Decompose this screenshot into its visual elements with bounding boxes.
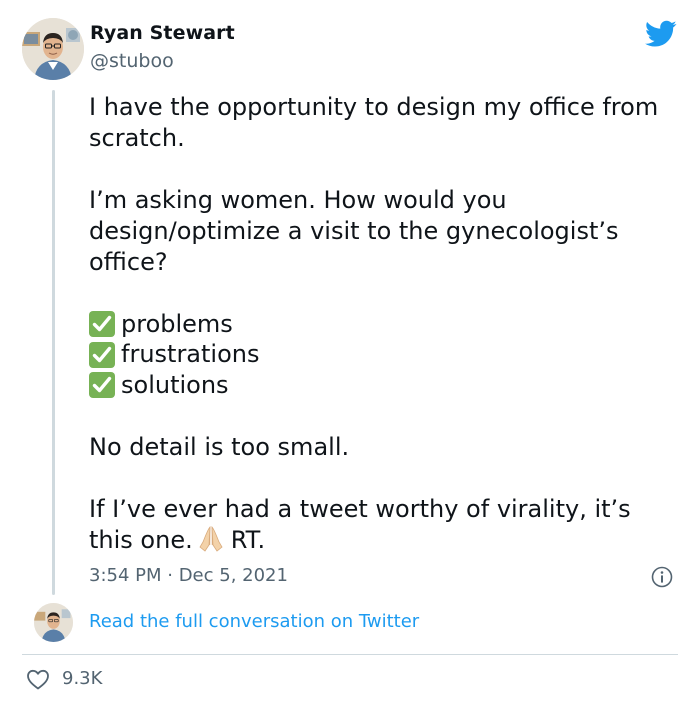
thread-line	[52, 90, 55, 595]
tweet-timestamp[interactable]: 3:54 PM · Dec 5, 2021	[89, 565, 288, 586]
tweet-text-segment: If I’ve ever had a tweet worthy of viral…	[89, 494, 631, 554]
avatar-image	[22, 18, 84, 80]
tweet-paragraph: If I’ve ever had a tweet worthy of viral…	[89, 494, 679, 556]
read-full-conversation-link[interactable]: Read the full conversation on Twitter	[89, 611, 419, 632]
checklist-item: problems	[89, 309, 679, 340]
tweet-paragraph: No detail is too small.	[89, 432, 350, 461]
reader-avatar[interactable]	[34, 603, 73, 642]
avatar-image	[34, 603, 73, 642]
checklist-label: solutions	[121, 370, 229, 399]
author-avatar[interactable]	[22, 18, 84, 80]
check-mark-icon	[89, 372, 115, 399]
twitter-bird-icon[interactable]	[645, 20, 677, 48]
tweet-text-segment: RT.	[230, 525, 266, 554]
author-name[interactable]: Ryan Stewart	[90, 22, 235, 44]
folded-hands-icon	[197, 525, 225, 553]
tweet-paragraph: I’m asking women. How would you design/o…	[89, 186, 619, 276]
checklist-item: solutions	[89, 370, 679, 401]
check-mark-icon	[89, 311, 115, 338]
checklist-label: problems	[121, 309, 233, 338]
heart-icon[interactable]	[26, 668, 50, 690]
tweet-paragraph: I have the opportunity to design my offi…	[89, 93, 659, 152]
divider	[22, 654, 678, 655]
checklist-item: frustrations	[89, 340, 679, 371]
like-count: 9.3K	[62, 668, 103, 689]
checklist: problems frustrations solutions	[89, 309, 679, 401]
tweet-text: I have the opportunity to design my offi…	[89, 92, 679, 556]
author-handle[interactable]: @stuboo	[90, 50, 174, 72]
info-icon[interactable]	[651, 566, 673, 588]
checklist-label: frustrations	[121, 340, 260, 369]
check-mark-icon	[89, 341, 115, 368]
